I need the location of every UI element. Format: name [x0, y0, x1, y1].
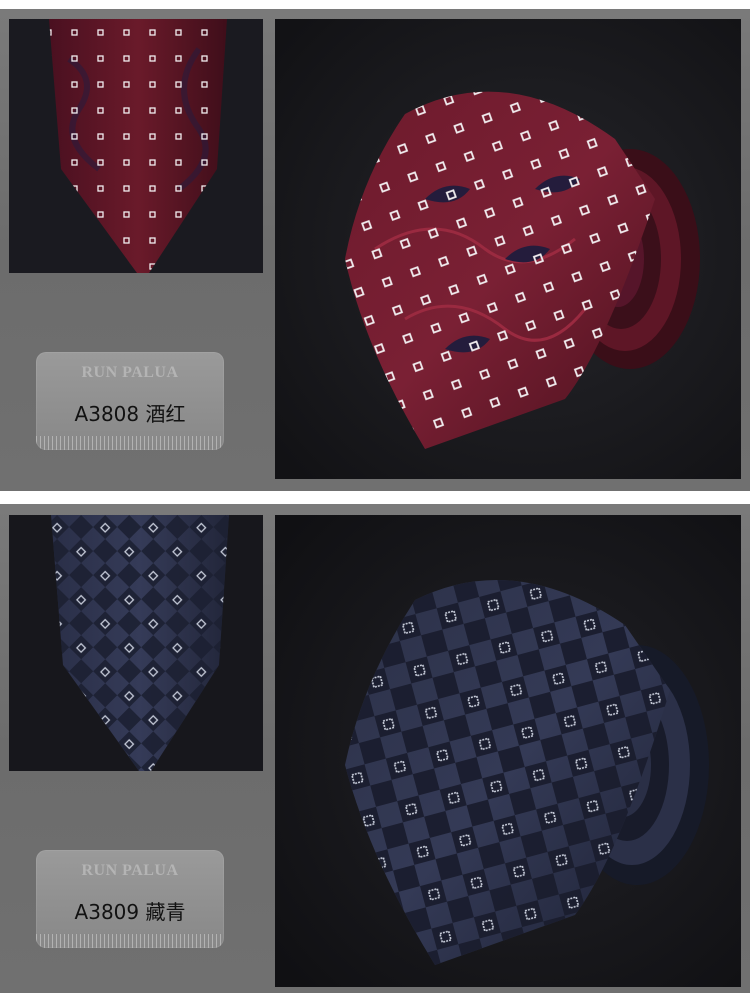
tie-tip-closeup-image — [9, 515, 263, 771]
burgundy-tie-tip-graphic — [9, 19, 263, 273]
barcode-stripe-decoration — [36, 436, 224, 450]
navy-tie-tip-graphic — [9, 515, 263, 771]
product-panel-a3809: RUN PALUA A3809 藏青 — [0, 504, 750, 993]
tie-tip-closeup-image — [9, 19, 263, 273]
brand-name: RUN PALUA — [81, 862, 179, 879]
brand-name: RUN PALUA — [81, 364, 179, 381]
rolled-tie-photo — [275, 19, 741, 479]
burgundy-rolled-tie-graphic — [275, 19, 741, 479]
product-label-card: RUN PALUA A3809 藏青 — [36, 850, 224, 948]
navy-rolled-tie-graphic — [275, 515, 741, 987]
barcode-stripe-decoration — [36, 934, 224, 948]
product-code-color: A3809 藏青 — [74, 900, 186, 924]
product-code-color: A3808 酒红 — [74, 402, 186, 426]
product-label-card: RUN PALUA A3808 酒红 — [36, 352, 224, 450]
rolled-tie-photo — [275, 515, 741, 987]
product-panel-a3808: RUN PALUA A3808 酒红 — [0, 9, 750, 491]
